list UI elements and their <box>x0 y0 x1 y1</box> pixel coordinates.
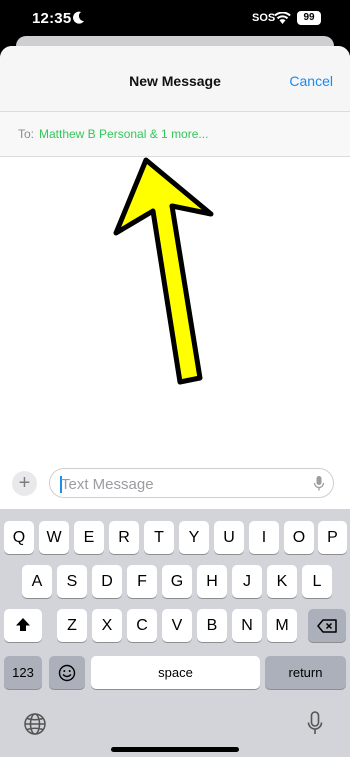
key-u[interactable]: U <box>214 521 244 554</box>
key-f[interactable]: F <box>127 565 157 598</box>
compose-bar: + Text Message <box>0 466 350 509</box>
key-e[interactable]: E <box>74 521 104 554</box>
battery-indicator: 99 <box>297 11 321 25</box>
status-time: 12:35 <box>32 10 72 27</box>
key-h[interactable]: H <box>197 565 227 598</box>
cancel-button[interactable]: Cancel <box>289 73 333 89</box>
backspace-key[interactable] <box>308 609 346 642</box>
key-k[interactable]: K <box>267 565 297 598</box>
recipient-field[interactable]: To: Matthew B Personal & 1 more... <box>0 112 350 157</box>
wifi-icon <box>274 12 291 24</box>
key-j[interactable]: J <box>232 565 262 598</box>
message-input[interactable]: Text Message <box>49 468 334 498</box>
key-c[interactable]: C <box>127 609 157 642</box>
space-key[interactable]: space <box>91 656 260 689</box>
home-indicator <box>111 747 239 752</box>
numbers-key[interactable]: 123 <box>4 656 42 689</box>
to-label: To: <box>18 127 35 141</box>
key-a[interactable]: A <box>22 565 52 598</box>
key-i[interactable]: I <box>249 521 279 554</box>
status-bar: 12:35 SOS 99 <box>0 0 350 38</box>
key-y[interactable]: Y <box>179 521 209 554</box>
key-v[interactable]: V <box>162 609 192 642</box>
annotation-arrow <box>113 157 214 385</box>
key-l[interactable]: L <box>302 565 332 598</box>
key-n[interactable]: N <box>232 609 262 642</box>
microphone-icon[interactable] <box>307 711 323 737</box>
key-x[interactable]: X <box>92 609 122 642</box>
key-d[interactable]: D <box>92 565 122 598</box>
sos-indicator: SOS <box>252 12 276 24</box>
nav-bar: New Message Cancel <box>0 46 350 112</box>
key-t[interactable]: T <box>144 521 174 554</box>
shift-icon <box>16 618 30 631</box>
key-r[interactable]: R <box>109 521 139 554</box>
keyboard: Q W E R T Y U I O P A S D F G H J K L Z … <box>0 509 350 757</box>
key-p[interactable]: P <box>318 521 347 554</box>
globe-icon[interactable] <box>23 712 47 736</box>
key-z[interactable]: Z <box>57 609 87 642</box>
key-q[interactable]: Q <box>4 521 34 554</box>
key-o[interactable]: O <box>284 521 314 554</box>
key-w[interactable]: W <box>39 521 69 554</box>
return-key[interactable]: return <box>265 656 346 689</box>
microphone-icon[interactable] <box>313 475 325 492</box>
moon-icon <box>73 11 84 24</box>
shift-key[interactable] <box>4 609 42 642</box>
key-s[interactable]: S <box>57 565 87 598</box>
message-placeholder: Text Message <box>61 476 154 493</box>
key-b[interactable]: B <box>197 609 227 642</box>
emoji-icon <box>58 664 76 682</box>
key-g[interactable]: G <box>162 565 192 598</box>
recipient-list[interactable]: Matthew B Personal & 1 more... <box>39 127 208 141</box>
key-m[interactable]: M <box>267 609 297 642</box>
add-attachment-button[interactable]: + <box>12 471 37 496</box>
backspace-icon <box>317 619 337 633</box>
emoji-key[interactable] <box>49 656 85 689</box>
